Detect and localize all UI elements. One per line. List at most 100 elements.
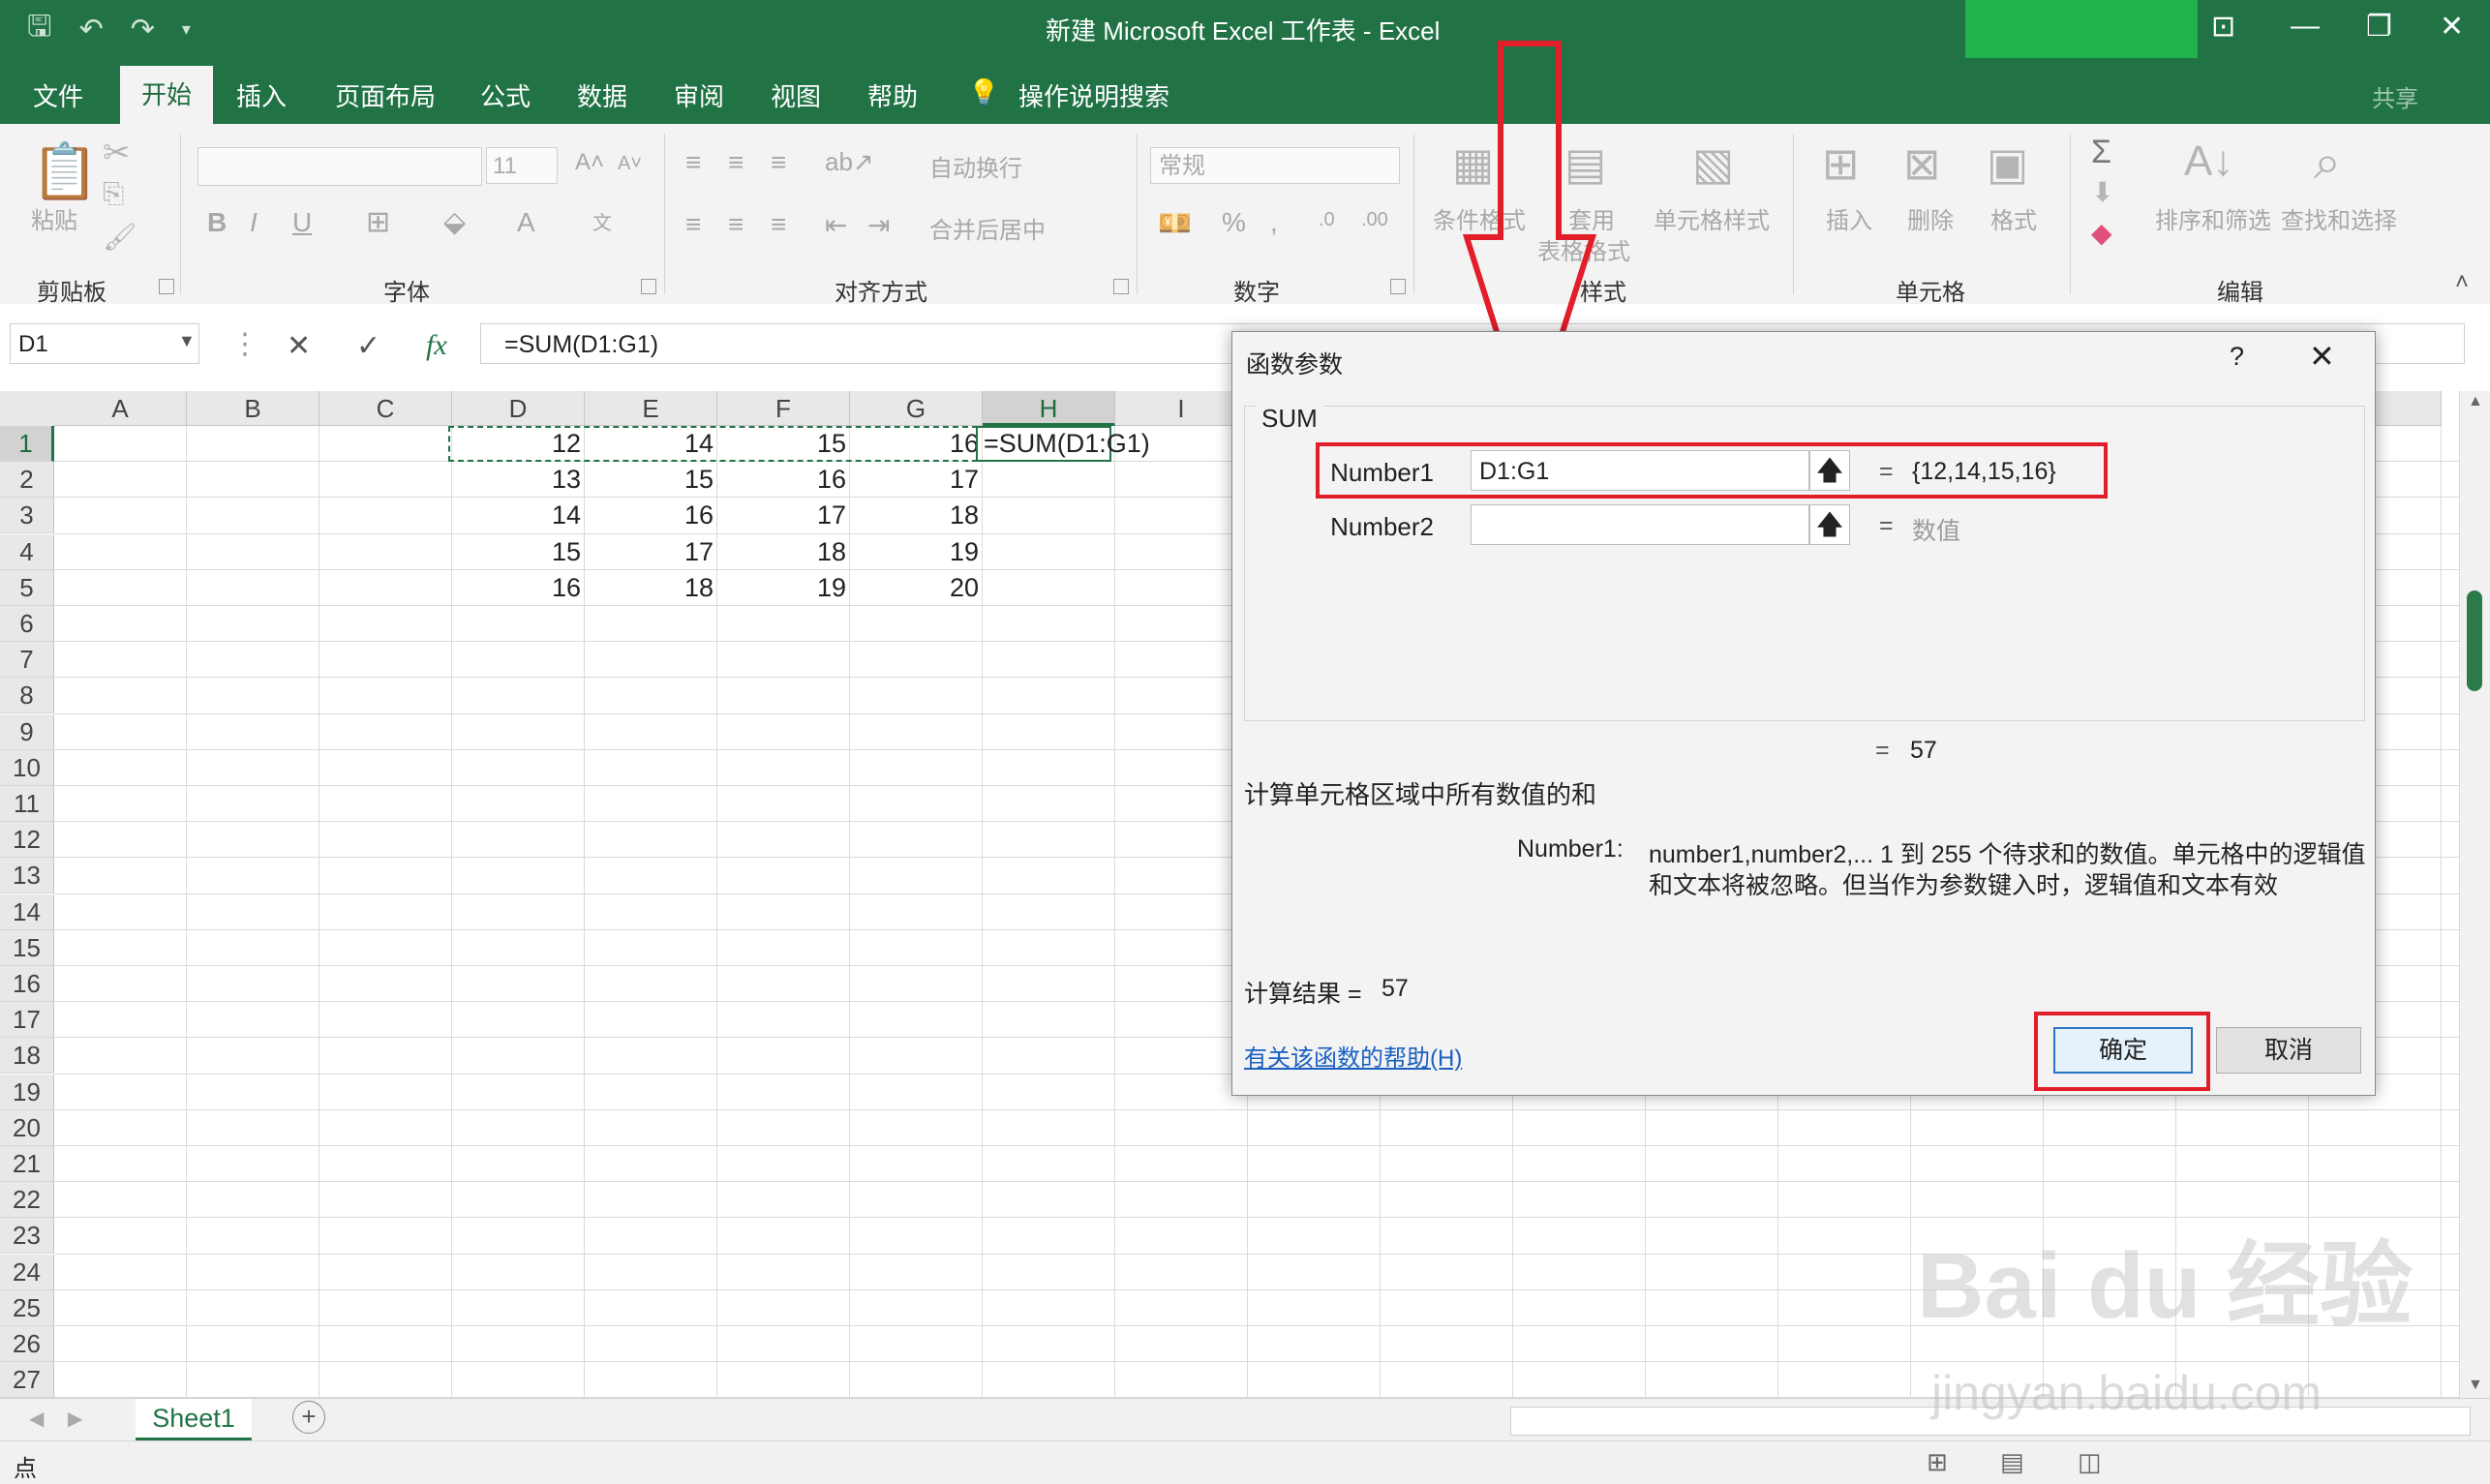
- restore-icon[interactable]: ❐: [2366, 10, 2392, 44]
- tab-file[interactable]: 文件: [33, 77, 83, 113]
- number-format-select[interactable]: 常规: [1150, 147, 1400, 184]
- column-header[interactable]: I: [1115, 391, 1248, 426]
- paste-icon[interactable]: 📋: [31, 139, 99, 203]
- bold-icon[interactable]: B: [207, 207, 227, 238]
- delete-cells-icon[interactable]: ⊠: [1903, 137, 1941, 190]
- sort-filter-icon[interactable]: A↓: [2184, 137, 2233, 186]
- undo-icon[interactable]: ↶: [79, 13, 104, 46]
- wrap-text-button[interactable]: 自动换行: [929, 149, 1022, 183]
- percent-icon[interactable]: %: [1222, 207, 1246, 238]
- save-icon[interactable]: 🖫: [27, 5, 52, 54]
- table-cell[interactable]: 16: [717, 462, 850, 498]
- tab-view[interactable]: 视图: [771, 77, 821, 113]
- dialog-close-icon[interactable]: ✕: [2309, 338, 2335, 375]
- cell-styles-icon[interactable]: ▧: [1692, 137, 1734, 190]
- row-header[interactable]: 16: [0, 966, 54, 1002]
- increase-font-icon[interactable]: A˄: [575, 149, 604, 176]
- format-cells-button[interactable]: 格式: [1990, 201, 2037, 235]
- merge-center-button[interactable]: 合并后居中: [929, 211, 1046, 245]
- increase-indent-icon[interactable]: ⇥: [867, 209, 890, 241]
- vertical-scroll-thumb[interactable]: [2467, 591, 2482, 691]
- increase-decimal-icon[interactable]: .0: [1319, 209, 1335, 231]
- function-help-link[interactable]: 有关该函数的帮助(H): [1244, 1039, 1462, 1073]
- customize-qat-icon[interactable]: ▾: [182, 19, 191, 40]
- sheet-tab-sheet1[interactable]: Sheet1: [136, 1399, 252, 1440]
- row-header[interactable]: 14: [0, 893, 54, 930]
- table-cell[interactable]: 16: [585, 498, 717, 533]
- tab-data[interactable]: 数据: [577, 77, 627, 113]
- row-header[interactable]: 3: [0, 498, 54, 534]
- tell-me-search[interactable]: 操作说明搜索: [1018, 77, 1169, 113]
- add-sheet-icon[interactable]: +: [292, 1401, 325, 1434]
- cancel-button[interactable]: 取消: [2216, 1027, 2361, 1074]
- row-header[interactable]: 6: [0, 606, 54, 642]
- table-cell[interactable]: 17: [717, 498, 850, 533]
- table-cell[interactable]: 20: [850, 570, 983, 606]
- paste-label[interactable]: 粘贴: [31, 201, 77, 235]
- row-header[interactable]: 20: [0, 1109, 54, 1146]
- redo-icon[interactable]: ↷: [131, 13, 155, 46]
- underline-icon[interactable]: U: [292, 207, 312, 238]
- dialog-help-icon[interactable]: ?: [2230, 342, 2244, 372]
- italic-icon[interactable]: I: [250, 207, 258, 238]
- collapse-dialog-icon[interactable]: 🡅: [1809, 504, 1850, 545]
- column-header[interactable]: E: [585, 391, 717, 426]
- clear-icon[interactable]: ◆: [2091, 217, 2112, 249]
- active-cell-h1[interactable]: =SUM(D1:G1): [976, 426, 1150, 462]
- share-button[interactable]: 共享: [2372, 79, 2418, 113]
- row-header[interactable]: 23: [0, 1218, 54, 1255]
- table-cell[interactable]: 18: [585, 570, 717, 606]
- decrease-font-icon[interactable]: A˅: [618, 153, 642, 175]
- table-cell[interactable]: 15: [452, 534, 585, 570]
- tab-formulas[interactable]: 公式: [480, 77, 531, 113]
- align-center-icon[interactable]: ≡: [728, 209, 744, 240]
- align-top-icon[interactable]: ≡: [685, 147, 701, 178]
- normal-view-icon[interactable]: ⊞: [1927, 1447, 1948, 1477]
- close-icon[interactable]: ✕: [2440, 10, 2464, 44]
- row-header[interactable]: 26: [0, 1326, 54, 1362]
- ribbon-display-icon[interactable]: ⊡: [2211, 10, 2235, 44]
- find-select-button[interactable]: 查找和选择: [2281, 201, 2397, 235]
- minimize-icon[interactable]: —: [2291, 10, 2320, 43]
- column-header[interactable]: A: [54, 391, 187, 426]
- row-header[interactable]: 24: [0, 1254, 54, 1290]
- row-header[interactable]: 5: [0, 569, 54, 606]
- row-header[interactable]: 27: [0, 1362, 54, 1398]
- select-all-corner[interactable]: [0, 391, 55, 427]
- row-header[interactable]: 22: [0, 1182, 54, 1219]
- column-header[interactable]: G: [850, 391, 983, 426]
- insert-cells-button[interactable]: 插入: [1826, 201, 1872, 235]
- font-launcher-icon[interactable]: [641, 279, 656, 294]
- row-header[interactable]: 19: [0, 1074, 54, 1110]
- tab-help[interactable]: 帮助: [867, 77, 918, 113]
- tab-review[interactable]: 审阅: [674, 77, 724, 113]
- arg-input-number2[interactable]: [1471, 504, 1809, 545]
- column-header[interactable]: C: [319, 391, 452, 426]
- phonetic-icon[interactable]: 文: [592, 207, 612, 235]
- clipboard-launcher-icon[interactable]: [159, 279, 174, 294]
- borders-icon[interactable]: ⊞: [366, 205, 390, 239]
- name-box[interactable]: D1: [10, 323, 199, 364]
- align-right-icon[interactable]: ≡: [771, 209, 786, 240]
- table-cell[interactable]: 18: [850, 498, 983, 533]
- font-size-select[interactable]: 11: [486, 147, 558, 184]
- row-header[interactable]: 2: [0, 462, 54, 499]
- delete-cells-button[interactable]: 删除: [1907, 201, 1954, 235]
- page-layout-view-icon[interactable]: ▤: [2000, 1447, 2024, 1477]
- insert-cells-icon[interactable]: ⊞: [1822, 137, 1860, 190]
- cut-icon[interactable]: ✂: [103, 134, 131, 172]
- tab-home[interactable]: 开始: [120, 66, 213, 124]
- row-header[interactable]: 18: [0, 1038, 54, 1075]
- align-bottom-icon[interactable]: ≡: [771, 147, 786, 178]
- sort-filter-button[interactable]: 排序和筛选: [2155, 201, 2271, 235]
- orientation-icon[interactable]: ab↗: [825, 147, 874, 177]
- alignment-launcher-icon[interactable]: [1113, 279, 1129, 294]
- table-cell[interactable]: 17: [850, 462, 983, 498]
- table-cell[interactable]: 16: [452, 570, 585, 606]
- decrease-decimal-icon[interactable]: .00: [1361, 209, 1388, 231]
- table-cell[interactable]: 18: [717, 534, 850, 570]
- cell-styles-button[interactable]: 单元格样式: [1654, 201, 1770, 235]
- row-header[interactable]: 4: [0, 533, 54, 570]
- table-cell[interactable]: 17: [585, 534, 717, 570]
- comma-icon[interactable]: ,: [1270, 207, 1278, 238]
